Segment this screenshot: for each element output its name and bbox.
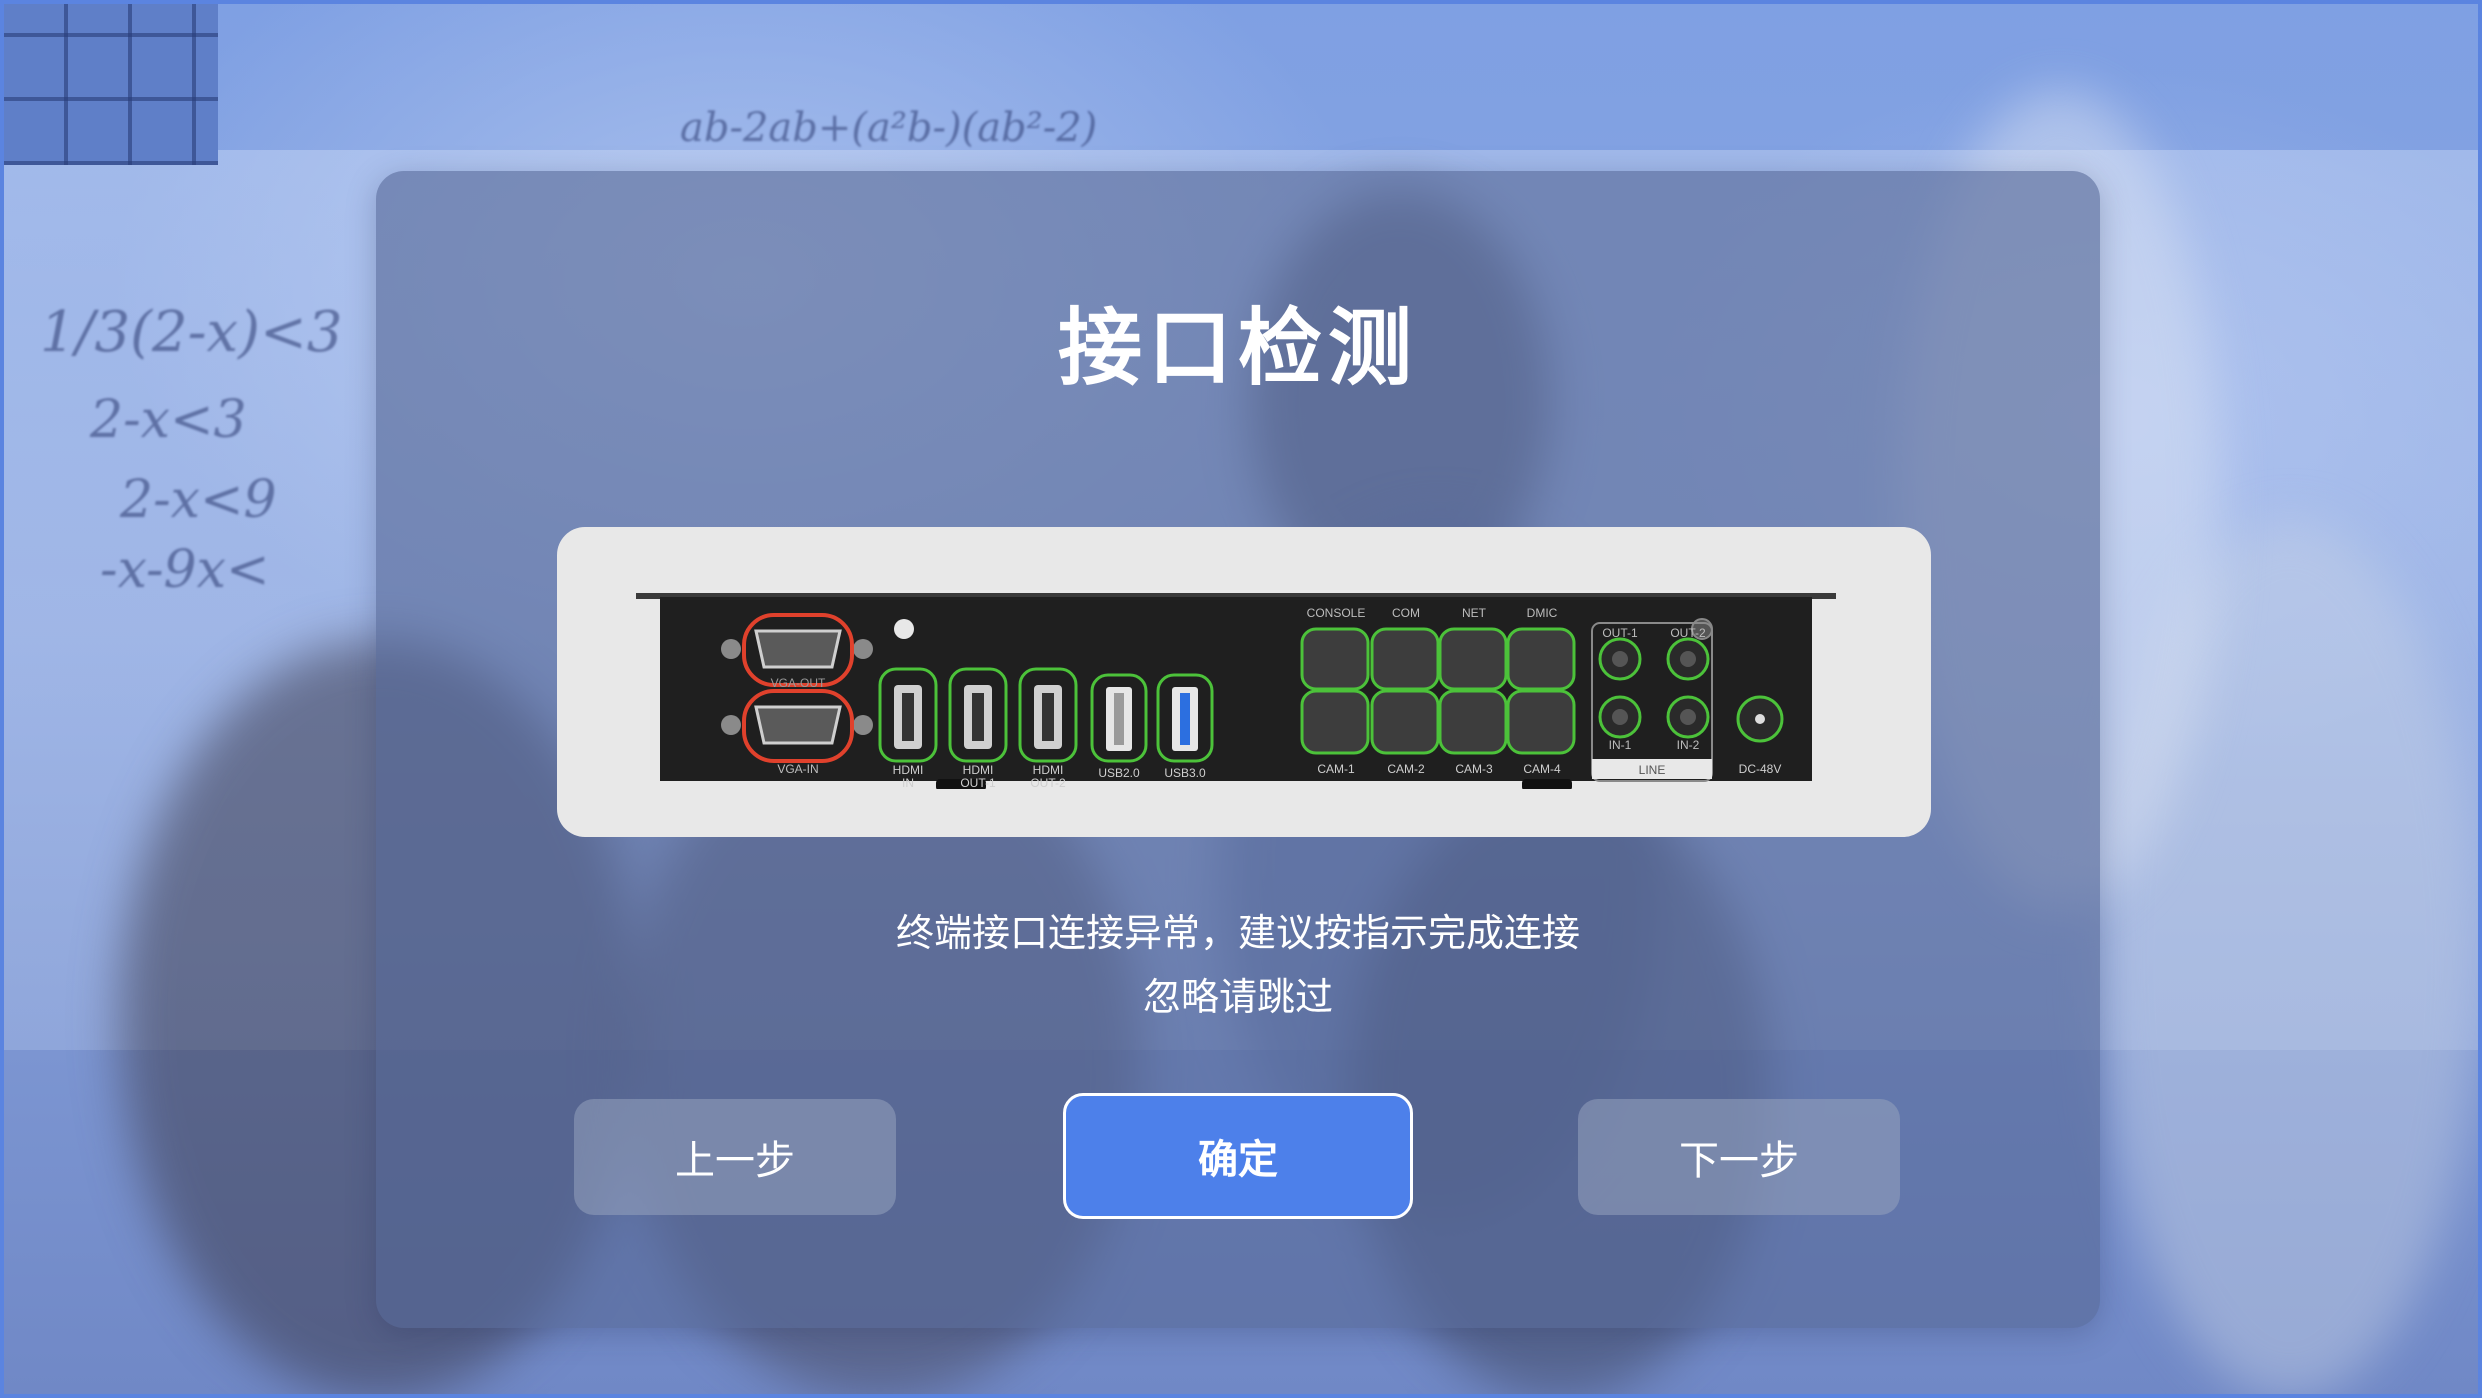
dialog-title: 接口检测	[1057, 299, 1418, 397]
hdmi-out-1-label: HDMI	[963, 763, 994, 777]
hdmi-out-2-label: HDMI	[1033, 763, 1064, 777]
console-label: CONSOLE	[1307, 606, 1366, 620]
cam-1-label: CAM-1	[1317, 762, 1355, 776]
dc-label: DC-48V	[1739, 762, 1782, 776]
dc-power-port: DC-48V	[1736, 695, 1784, 776]
cam-2-port	[1370, 689, 1440, 755]
hdmi-out-2-label-2: OUT-2	[1030, 776, 1066, 789]
usb3-label: USB3.0	[1164, 766, 1206, 780]
status-message: 终端接口连接异常，建议按指示完成连接 忽略请跳过	[376, 901, 2100, 1029]
hdmi-in-label-2: IN	[902, 776, 914, 789]
com-port	[1370, 627, 1440, 691]
dmic-port	[1506, 627, 1576, 691]
chassis-foot	[1522, 779, 1572, 789]
previous-step-button[interactable]: 上一步	[574, 1099, 896, 1215]
status-message-line-2: 忽略请跳过	[1142, 975, 1333, 1019]
status-message-line-1: 终端接口连接异常，建议按指示完成连接	[895, 911, 1580, 955]
cam-3-port	[1438, 689, 1508, 755]
vga-out-label: VGA-OUT	[771, 676, 826, 690]
in-2-label: IN-2	[1677, 738, 1700, 752]
background-scribble: 2-x<9	[120, 470, 277, 530]
cam-4-port	[1506, 689, 1576, 755]
hdmi-out-1-label-2: OUT-1	[960, 776, 996, 789]
dmic-label: DMIC	[1527, 606, 1558, 620]
cam-3-label: CAM-3	[1455, 762, 1493, 776]
in-1-label: IN-1	[1609, 738, 1632, 752]
background-scribble: 1/3(2-x)<3	[40, 300, 343, 365]
console-port	[1300, 627, 1370, 691]
hdmi-in-label: HDMI	[893, 763, 924, 777]
interface-check-dialog: 接口检测 VGA-OUT VGA-IN HDMI IN HDMI OUT-1 H…	[376, 171, 2100, 1328]
chassis-body	[660, 597, 1812, 781]
vga-in-label: VGA-IN	[777, 762, 818, 776]
cam-4-label: CAM-4	[1523, 762, 1561, 776]
cam-2-label: CAM-2	[1387, 762, 1425, 776]
indicator-light	[894, 619, 914, 639]
net-port	[1438, 627, 1508, 691]
confirm-button[interactable]: 确定	[1063, 1093, 1413, 1219]
next-step-button[interactable]: 下一步	[1578, 1099, 1900, 1215]
device-rear-illustration: VGA-OUT VGA-IN HDMI IN HDMI OUT-1 HDMI O…	[636, 593, 1836, 789]
net-label: NET	[1462, 606, 1487, 620]
background-scribble: ab-2ab+(a²b-)(ab²-2)	[680, 105, 1098, 151]
com-label: COM	[1392, 606, 1420, 620]
background-scribble: -x-9x<	[100, 540, 270, 600]
usb2-label: USB2.0	[1098, 766, 1140, 780]
line-label: LINE	[1639, 763, 1666, 777]
device-panel: VGA-OUT VGA-IN HDMI IN HDMI OUT-1 HDMI O…	[557, 527, 1931, 837]
background-scribble: 2-x<3	[90, 390, 247, 450]
cam-1-port	[1300, 689, 1370, 755]
background-window	[0, 0, 218, 165]
